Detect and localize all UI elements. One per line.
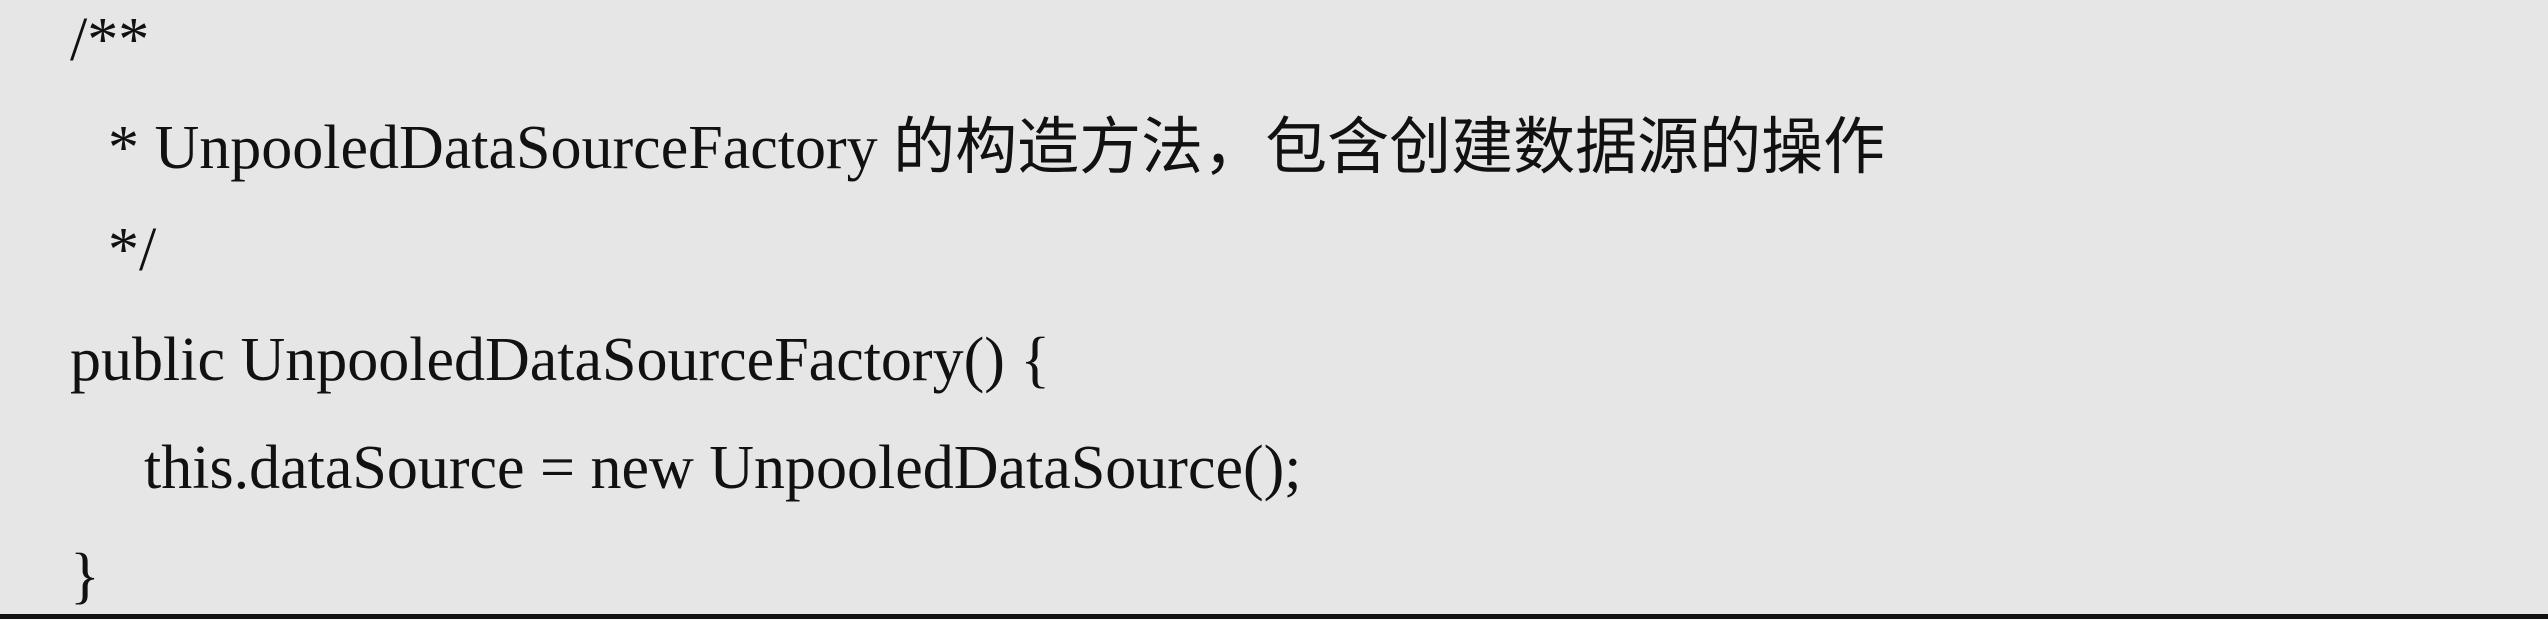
- comment-open-line: /**: [70, 6, 150, 74]
- comment-text-line: * UnpooledDataSourceFactory 的构造方法，包含创建数据…: [108, 114, 1886, 182]
- comment-close-line: */: [108, 216, 157, 284]
- code-block: /** * UnpooledDataSourceFactory 的构造方法，包含…: [0, 0, 2548, 616]
- constructor-body-line: this.dataSource = new UnpooledDataSource…: [144, 434, 1302, 502]
- constructor-signature-line: public UnpooledDataSourceFactory() {: [70, 326, 1051, 394]
- page: /** * UnpooledDataSourceFactory 的构造方法，包含…: [0, 0, 2548, 626]
- closing-brace-line: }: [70, 542, 100, 610]
- bottom-divider: [0, 614, 2548, 619]
